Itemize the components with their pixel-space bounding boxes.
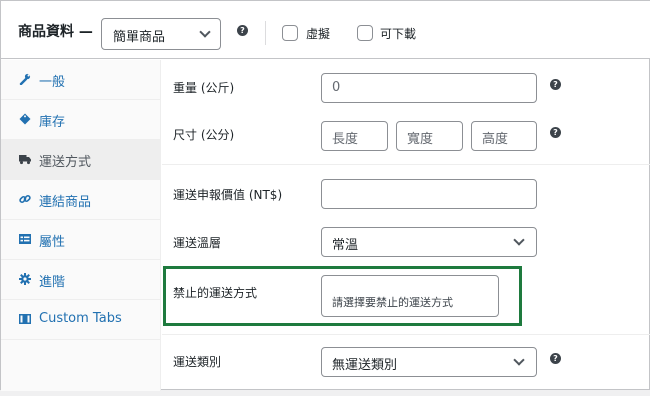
- wrench-icon: [19, 73, 31, 85]
- table-icon: [19, 314, 31, 324]
- help-icon[interactable]: ?: [550, 353, 561, 364]
- truck-icon: [19, 155, 31, 165]
- shipping-class-value: 無運送類別: [332, 358, 398, 373]
- link-icon: [19, 194, 31, 204]
- tag-icon: [19, 113, 31, 125]
- help-icon[interactable]: ?: [550, 79, 561, 90]
- product-data-panel: 商品資料 — 簡單商品 ? 虛擬 可下載 一般 庫存 運送方式 連結商品 屬性 …: [0, 0, 650, 391]
- tab-label: 屬性: [39, 235, 66, 250]
- declared-value-input[interactable]: [321, 179, 537, 209]
- list-icon: [19, 234, 31, 244]
- forbidden-methods-select[interactable]: 請選擇要禁止的運送方式: [321, 275, 499, 317]
- tab-inventory[interactable]: 庫存: [1, 100, 161, 140]
- height-placeholder: 高度: [482, 132, 509, 147]
- weight-input[interactable]: 0: [321, 73, 537, 103]
- chevron-down-icon: [199, 26, 211, 38]
- dimensions-label: 尺寸 (公分): [173, 128, 235, 142]
- chevron-down-icon: [513, 354, 525, 366]
- product-type-value: 簡單商品: [113, 30, 166, 45]
- tab-linked-products[interactable]: 連結商品: [1, 180, 161, 220]
- width-input[interactable]: 寬度: [396, 121, 463, 151]
- tab-attributes[interactable]: 屬性: [1, 220, 161, 260]
- temperature-select[interactable]: 常溫: [321, 227, 537, 257]
- declared-value-label: 運送申報價值 (NT$): [173, 188, 283, 202]
- tab-advanced[interactable]: 進階: [1, 260, 161, 300]
- product-data-tabs: 一般 庫存 運送方式 連結商品 屬性 進階 Custom Tabs: [1, 60, 161, 391]
- temperature-value: 常溫: [332, 238, 359, 253]
- tab-general[interactable]: 一般: [1, 60, 161, 100]
- tab-label: 一般: [39, 75, 66, 90]
- section-divider: [162, 334, 650, 335]
- weight-label: 重量 (公斤): [173, 81, 235, 95]
- virtual-checkbox[interactable]: [282, 25, 298, 41]
- gear-icon: [19, 273, 31, 285]
- tab-label: Custom Tabs: [39, 311, 122, 326]
- width-placeholder: 寬度: [407, 132, 434, 147]
- tab-label: 進階: [39, 275, 66, 290]
- length-input[interactable]: 長度: [321, 121, 388, 151]
- temperature-label: 運送溫層: [173, 236, 222, 250]
- tab-label: 連結商品: [39, 195, 92, 210]
- virtual-label[interactable]: 虛擬: [306, 25, 330, 42]
- tab-label: 庫存: [39, 115, 66, 130]
- downloadable-label[interactable]: 可下載: [380, 25, 416, 42]
- downloadable-checkbox[interactable]: [357, 25, 373, 41]
- help-icon[interactable]: ?: [237, 25, 248, 36]
- tab-label: 運送方式: [39, 155, 92, 170]
- chevron-down-icon: [513, 234, 525, 246]
- product-data-title: 商品資料 —: [18, 24, 93, 40]
- product-data-header: 商品資料 — 簡單商品 ? 虛擬 可下載: [1, 1, 650, 59]
- product-type-select[interactable]: 簡單商品: [101, 18, 221, 50]
- shipping-class-label: 運送類別: [173, 355, 222, 369]
- shipping-class-select[interactable]: 無運送類別: [321, 347, 537, 377]
- section-divider: [162, 164, 650, 165]
- help-icon[interactable]: ?: [550, 127, 561, 138]
- length-placeholder: 長度: [332, 132, 359, 147]
- tab-custom-tabs[interactable]: Custom Tabs: [1, 300, 161, 340]
- tab-shipping[interactable]: 運送方式: [1, 140, 161, 180]
- height-input[interactable]: 高度: [471, 121, 537, 151]
- weight-placeholder: 0: [332, 80, 341, 95]
- forbidden-methods-placeholder: 請選擇要禁止的運送方式: [332, 296, 453, 309]
- header-divider: [265, 21, 266, 45]
- forbidden-methods-label: 禁止的運送方式: [173, 286, 258, 300]
